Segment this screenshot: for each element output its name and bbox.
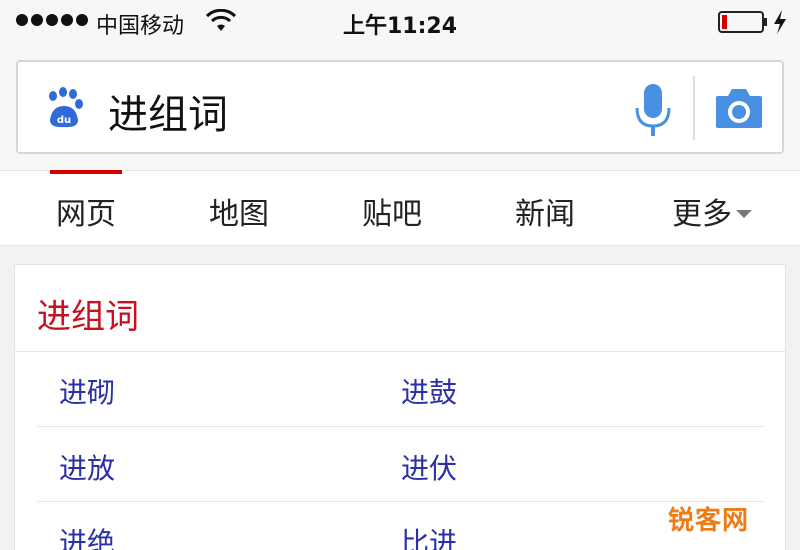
charging-icon [774,10,786,34]
search-header: du 进组词 [0,44,800,170]
microphone-icon[interactable] [632,82,674,138]
word-link[interactable]: 进绝 [59,521,115,550]
search-input[interactable]: du 进组词 [16,60,784,154]
tab-news[interactable]: 新闻 [515,189,575,233]
word-link[interactable]: 进鼓 [401,371,457,411]
card-divider [15,351,787,352]
active-tab-indicator [50,170,122,174]
search-tabs: 网页 地图 贴吧 新闻 更多 [0,170,800,246]
baidu-paw-icon[interactable]: du [44,86,84,130]
row-divider [37,426,765,427]
watermark: 锐客网 [668,506,750,536]
word-link[interactable]: 进砌 [59,371,115,411]
word-link[interactable]: 进伏 [401,447,457,487]
status-time: 上午11:24 [342,14,458,39]
word-link[interactable]: 进放 [59,447,115,487]
word-link[interactable]: 比进 [401,521,457,550]
tab-more[interactable]: 更多 [672,189,752,233]
battery-icon [718,11,767,33]
search-query[interactable]: 进组词 [108,82,228,140]
search-divider [693,76,695,140]
tab-webpage[interactable]: 网页 [56,189,116,233]
tab-tieba[interactable]: 贴吧 [362,189,422,233]
camera-icon[interactable] [714,84,764,130]
status-bar: 中国移动 上午11:24 [0,0,800,44]
tab-more-label: 更多 [672,197,732,232]
tab-map[interactable]: 地图 [209,189,269,233]
row-divider [37,501,765,502]
svg-text:du: du [57,115,71,126]
result-title[interactable]: 进组词 [37,289,139,338]
chevron-down-icon [736,209,752,218]
